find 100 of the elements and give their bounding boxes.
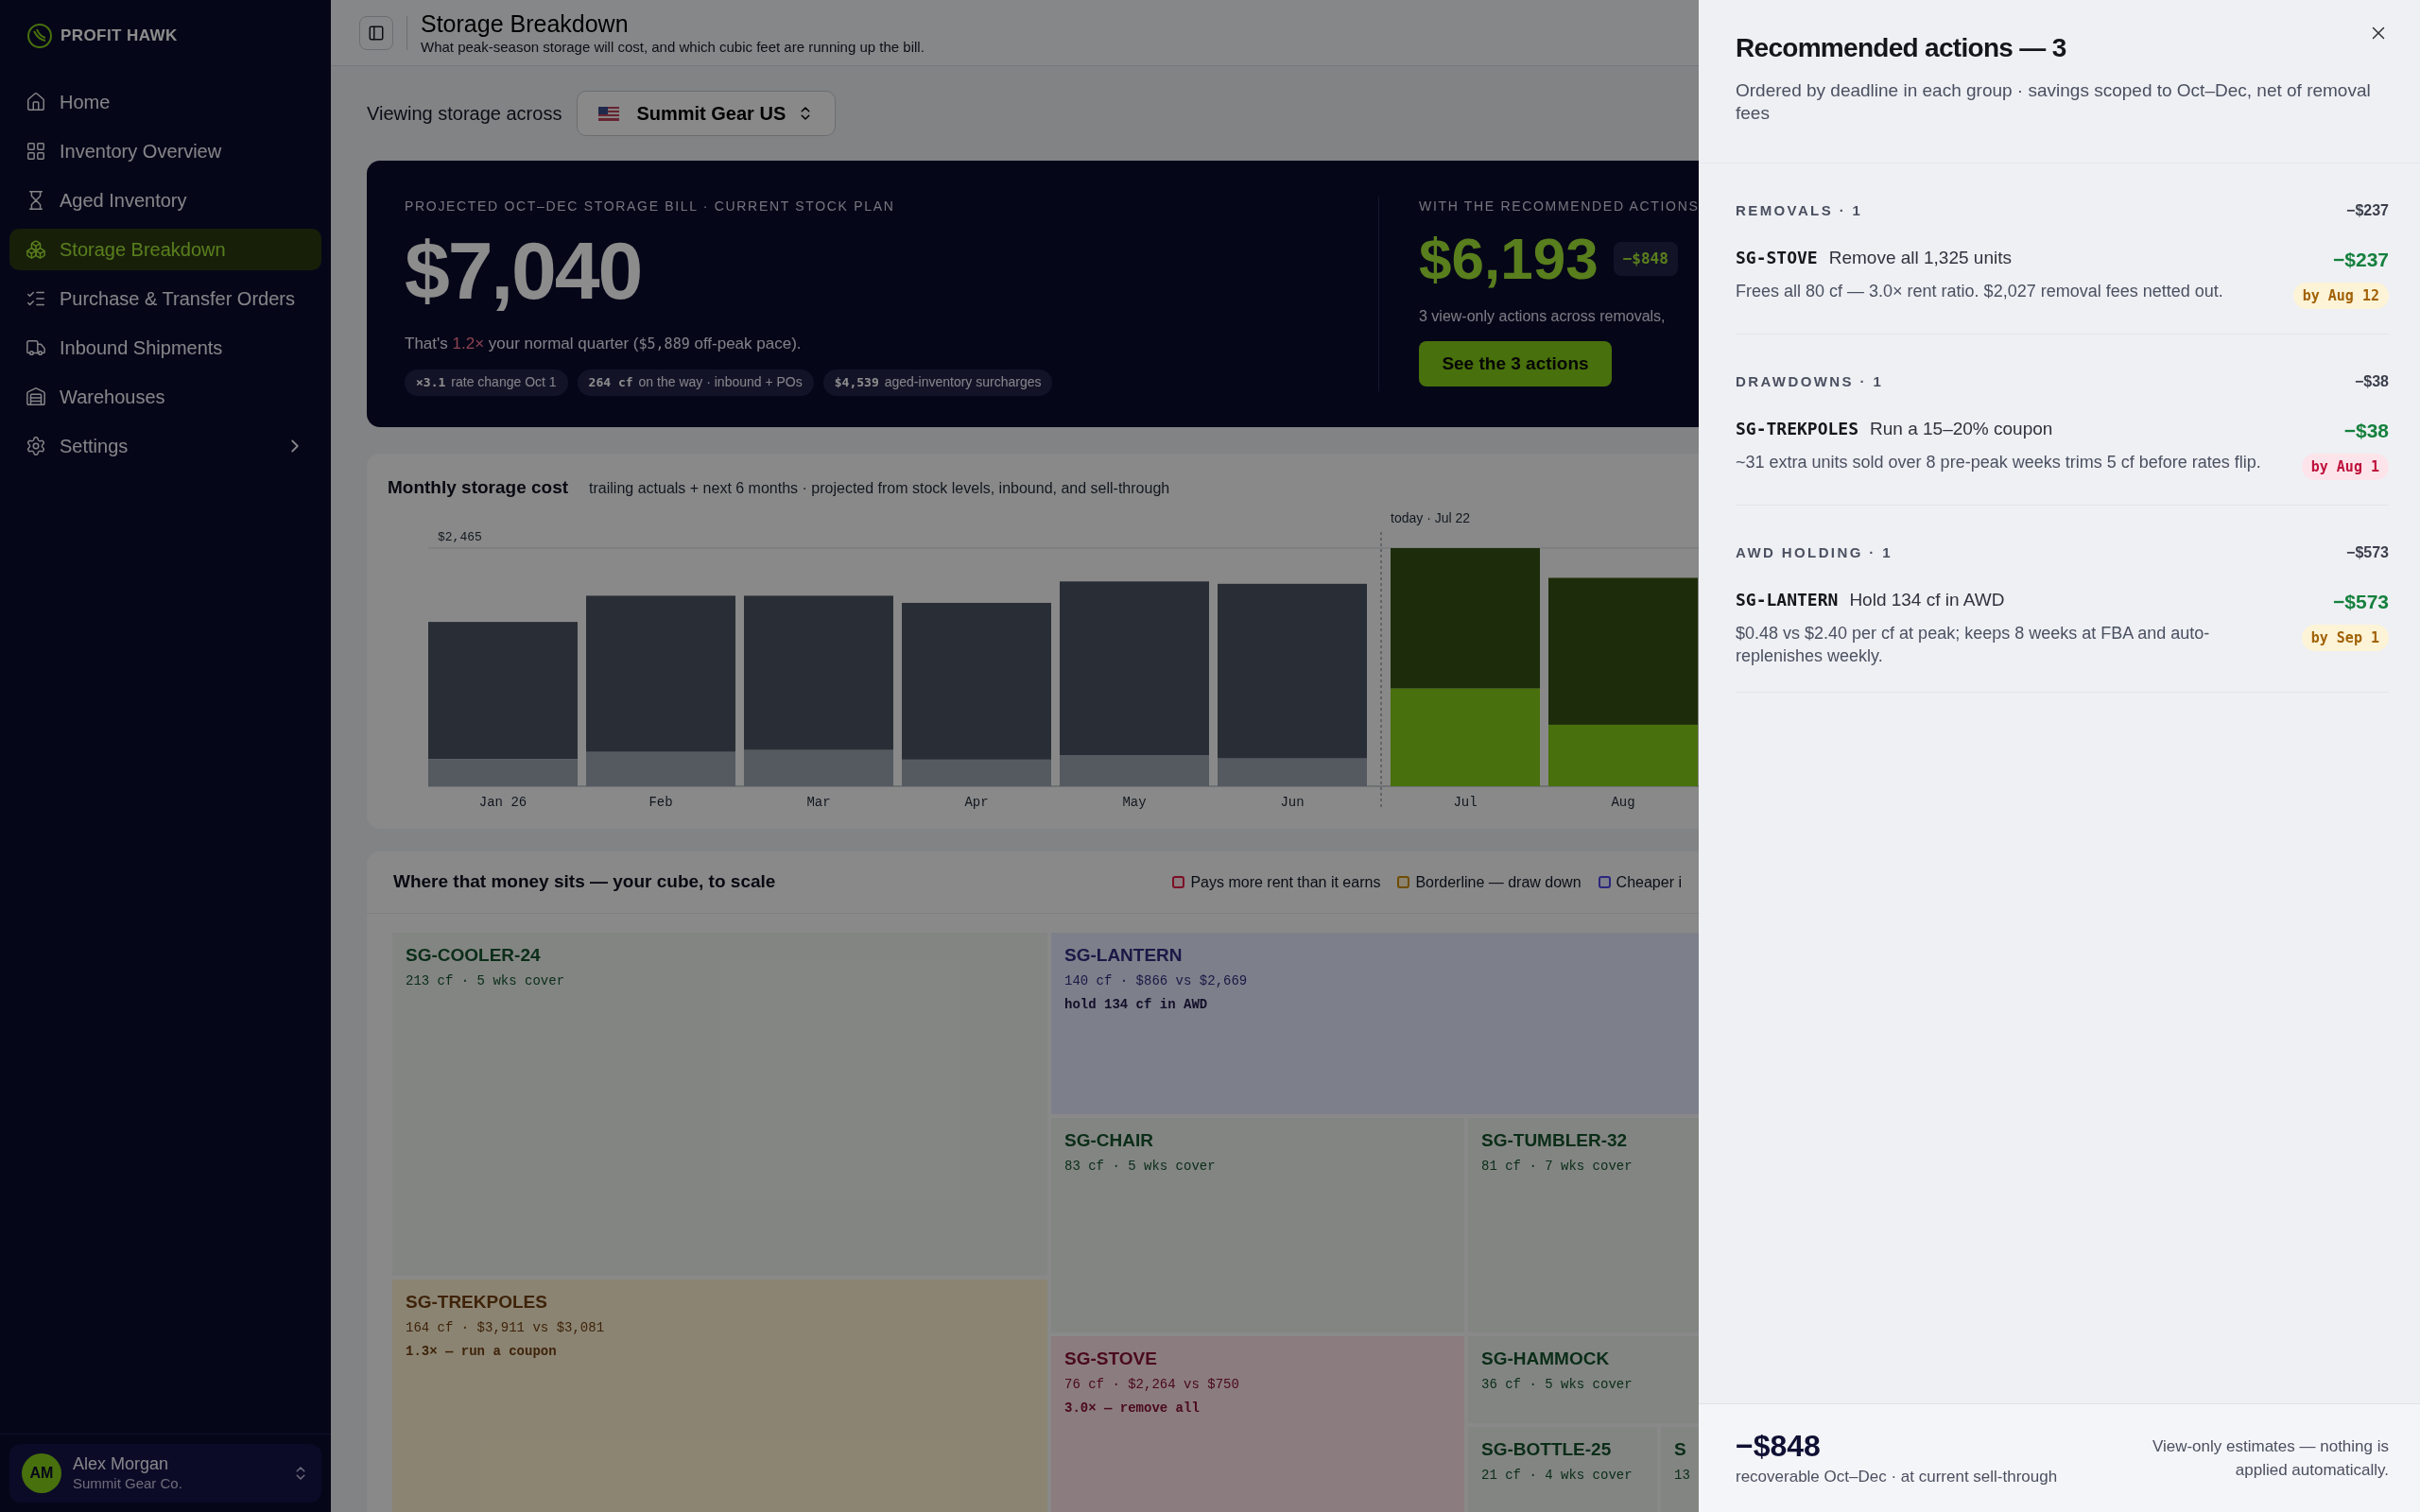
tile-note: 1.3× — run a coupon xyxy=(406,1342,557,1361)
group-total: −$573 xyxy=(2346,543,2389,562)
nav-item[interactable]: Purchase & Transfer Orders xyxy=(9,278,321,319)
deadline-badge: by Aug 1 xyxy=(2301,453,2389,480)
axis-label: Jan 26 xyxy=(478,794,527,810)
axis-label: Jun xyxy=(1280,794,1305,810)
group-label: REMOVALS · 1 xyxy=(1736,200,1863,220)
tile-meta: 164 cf · $3,911 vs $3,081 xyxy=(406,1318,605,1337)
savings-caption: recoverable Oct–Dec · at current sell-through xyxy=(1736,1467,2058,1488)
action-detail: $0.48 vs $2.40 per cf at peak; keeps 8 weeks at FBA and auto-replenishes weekly. xyxy=(1736,622,2211,667)
nav-item[interactable]: Settings xyxy=(9,425,321,467)
account-select[interactable]: Summit Gear US xyxy=(577,91,837,136)
action-savings: −$38 xyxy=(2343,419,2389,443)
action-sku: SG-TREKPOLES xyxy=(1736,418,1859,440)
tile-meta: 13 xyxy=(1674,1466,1690,1485)
panel-icon xyxy=(368,24,385,42)
tile-name: SG-LANTERN xyxy=(1064,944,1183,967)
actions-note: 3 view-only actions across removals, xyxy=(1419,307,1666,326)
hawk-logo-icon xyxy=(26,23,53,49)
action-sku: SG-LANTERN xyxy=(1736,589,1839,611)
axis-label: Mar xyxy=(806,794,831,810)
chart-title: Monthly storage cost xyxy=(388,476,569,499)
action-savings: −$573 xyxy=(2333,590,2389,614)
page-subtitle: What peak-season storage will cost, and which cubic feet are running up the bill. xyxy=(421,38,925,57)
drawer-description: Ordered by deadline in each group · savings scoped to Oct–Dec, net of removal fees xyxy=(1736,79,2372,125)
tile-name: SG-HAMMOCK xyxy=(1481,1348,1610,1370)
bill-label: PROJECTED OCT–DEC STORAGE BILL · CURRENT STOCK PLAN xyxy=(405,198,895,215)
action-detail: Frees all 80 cf — 3.0× rent ratio. $2,027 removal fees netted out. xyxy=(1736,280,2224,302)
today-label: today · Jul 22 xyxy=(1391,509,1471,525)
bill-amount: $7,040 xyxy=(405,230,642,311)
tile-note: hold 134 cf in AWD xyxy=(1064,995,1208,1014)
nav-item[interactable]: Aged Inventory xyxy=(9,180,321,221)
user-avatar: AM xyxy=(22,1453,61,1493)
tile-meta: 21 cf · 4 wks cover xyxy=(1481,1466,1633,1485)
nav-item[interactable]: Inventory Overview xyxy=(9,130,321,172)
bill-comparison: That's 1.2× your normal quarter ($5,889 off-peak pace). xyxy=(405,334,802,354)
axis-label: Apr xyxy=(964,794,989,810)
tile-name: SG-BOTTLE-25 xyxy=(1481,1438,1612,1461)
deadline-badge: by Aug 12 xyxy=(2292,282,2389,309)
axis-label: $2,465 xyxy=(438,529,482,544)
chip-label: aged-inventory surcharges xyxy=(884,373,1042,391)
action-title: Hold 134 cf in AWD xyxy=(1849,589,2005,611)
action-title: Run a 15–20% coupon xyxy=(1870,418,2053,440)
treemap-tile[interactable]: SG-TUMBLER-32 81 cf · 7 wks cover xyxy=(1468,1118,1699,1332)
drawer-title: Recommended actions — 3 xyxy=(1736,32,2067,64)
group-label: DRAWDOWNS · 1 xyxy=(1736,371,1884,391)
treemap-tile[interactable]: SG-COOLER-24 213 cf · 5 wks cover xyxy=(392,933,1047,1276)
tile-name: SG-TUMBLER-32 xyxy=(1481,1129,1628,1152)
treemap-tile[interactable]: SG-CHAIR 83 cf · 5 wks cover xyxy=(1051,1118,1464,1332)
nav-item[interactable]: Inbound Shipments xyxy=(9,327,321,369)
sidebar-toggle-button[interactable] xyxy=(359,15,393,50)
modal-overlay[interactable] xyxy=(0,0,1699,1512)
deadline-badge: by Sep 1 xyxy=(2301,624,2389,651)
treemap-tile[interactable]: SG-BOTTLE-25 21 cf · 4 wks cover xyxy=(1468,1427,1657,1512)
tile-name: SG-STOVE xyxy=(1064,1348,1157,1370)
warehouse-icon xyxy=(26,387,46,407)
axis-label: Aug xyxy=(1611,794,1635,810)
group-label: AWD HOLDING · 1 xyxy=(1736,542,1893,562)
group-total: −$237 xyxy=(2346,201,2389,220)
treemap-tile[interactable]: SG-HAMMOCK 36 cf · 5 wks cover xyxy=(1468,1336,1699,1423)
tile-meta: 76 cf · $2,264 vs $750 xyxy=(1064,1375,1239,1394)
action-detail: ~31 extra units sold over 8 pre-peak weeks trims 5 cf before rates flip. xyxy=(1736,451,2262,473)
tile-name: SG-CHAIR xyxy=(1064,1129,1153,1152)
tile-meta: 83 cf · 5 wks cover xyxy=(1064,1157,1216,1176)
cube-title: Where that money sits — your cube, to scale xyxy=(393,870,776,894)
action-sku: SG-STOVE xyxy=(1736,247,1818,269)
tile-name: SG-TREKPOLES xyxy=(406,1291,547,1314)
chip-value: $4,539 xyxy=(834,373,879,391)
disclaimer-text: View-only estimates — nothing is applied automatically. xyxy=(2151,1436,2389,1481)
settings-icon xyxy=(26,436,46,456)
tile-note: 3.0× — remove all xyxy=(1064,1399,1200,1418)
chip-label: rate change Oct 1 xyxy=(451,373,557,391)
action-savings: −$237 xyxy=(2333,248,2389,272)
flag-icon xyxy=(598,106,620,121)
treemap-tile[interactable]: SG-TREKPOLES 164 cf · $3,911 vs $3,081 1.3× — run a coupon xyxy=(392,1280,1047,1512)
tile-meta: 213 cf · 5 wks cover xyxy=(406,971,565,990)
savings-amount: $6,193 xyxy=(1419,230,1599,288)
treemap-tile[interactable]: S 13 xyxy=(1661,1427,1699,1512)
nav-item[interactable]: Storage Breakdown xyxy=(9,229,321,270)
tile-name: S xyxy=(1674,1438,1686,1461)
total-savings: −$848 xyxy=(1736,1428,1822,1466)
scope-label: Viewing storage across xyxy=(367,102,562,126)
axis-label: Jul xyxy=(1453,794,1478,810)
treemap-tile[interactable]: SG-LANTERN 140 cf · $866 vs $2,669 hold 134 cf in AWD xyxy=(1051,933,1699,1114)
group-total: −$38 xyxy=(2354,372,2389,391)
nav-item[interactable]: Warehouses xyxy=(9,376,321,418)
user-menu[interactable]: AM Alex Morgan Summit Gear Co. xyxy=(9,1444,321,1503)
grid-icon xyxy=(26,141,46,162)
truck-icon xyxy=(26,337,46,358)
chip-value: 264 cf xyxy=(588,373,633,391)
axis-label: May xyxy=(1122,794,1147,810)
see-actions-button[interactable]: See the 3 actions xyxy=(1419,341,1612,387)
tile-meta: 81 cf · 7 wks cover xyxy=(1481,1157,1633,1176)
axis-label: Feb xyxy=(648,794,673,810)
nav-item[interactable]: Home xyxy=(9,81,321,123)
chart-subtitle: trailing actuals + next 6 months · projected from stock levels, inbound, and sell-through xyxy=(589,479,1170,498)
legend-label: Pays more rent than it earns xyxy=(1190,872,1381,892)
tile-meta: 36 cf · 5 wks cover xyxy=(1481,1375,1633,1394)
treemap-tile[interactable]: SG-STOVE 76 cf · $2,264 vs $750 3.0× — remove all xyxy=(1051,1336,1464,1512)
brand-name: PROFIT HAWK xyxy=(60,26,178,47)
